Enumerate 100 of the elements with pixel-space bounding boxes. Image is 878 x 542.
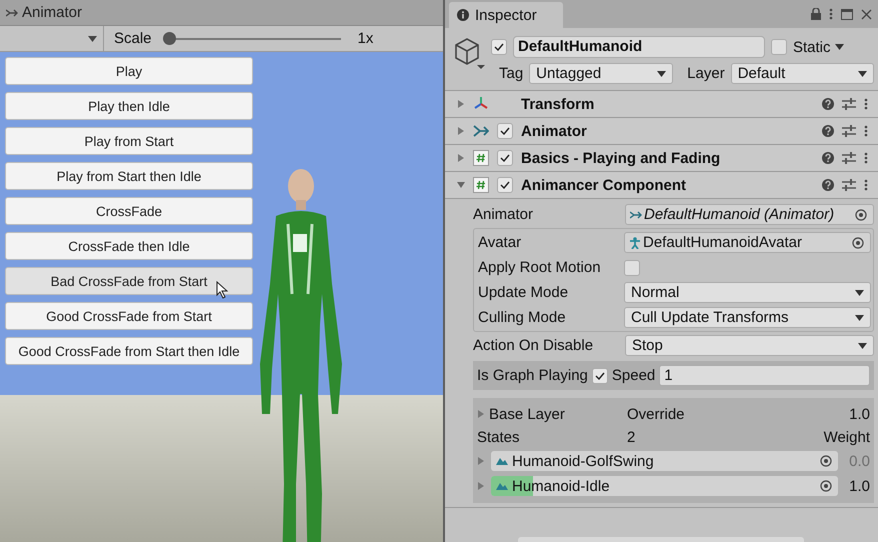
play-button[interactable]: CrossFade then Idle bbox=[5, 232, 253, 260]
play-button[interactable]: Play from Start then Idle bbox=[5, 162, 253, 190]
dropdown-value: Default bbox=[738, 65, 786, 82]
component-header[interactable]: Basics - Playing and Fading bbox=[444, 145, 878, 172]
field-label: Update Mode bbox=[478, 284, 570, 301]
object-name: DefaultHumanoidAvatar bbox=[642, 234, 803, 251]
clip-icon bbox=[494, 481, 509, 491]
scale-value: 1x bbox=[358, 30, 374, 47]
sliders-icon bbox=[842, 125, 856, 137]
tag-label: Tag bbox=[498, 65, 524, 82]
layer-dropdown[interactable]: Default bbox=[730, 63, 874, 84]
active-checkbox[interactable] bbox=[490, 39, 507, 55]
field-label: Animator bbox=[472, 206, 534, 223]
state-name: Humanoid-GolfSwing bbox=[512, 452, 655, 470]
target-icon bbox=[820, 455, 832, 467]
component-name: Basics - Playing and Fading bbox=[520, 150, 722, 166]
expand-arrow-icon bbox=[476, 482, 485, 490]
tag-dropdown[interactable]: Untagged bbox=[529, 63, 674, 84]
play-button[interactable]: Play then Idle bbox=[5, 92, 253, 120]
dropdown-arrow-icon bbox=[855, 314, 864, 320]
checkmark-icon bbox=[500, 154, 510, 162]
script-icon bbox=[472, 150, 489, 166]
help-icon bbox=[822, 98, 834, 110]
state-weight: 1.0 bbox=[848, 478, 870, 494]
play-button[interactable]: Play from Start bbox=[5, 127, 253, 155]
checkmark-icon bbox=[494, 43, 504, 51]
graph-playing-checkbox[interactable] bbox=[592, 368, 608, 384]
layer-label: Layer bbox=[687, 65, 725, 82]
target-icon bbox=[820, 480, 832, 492]
dropdown-value: Normal bbox=[630, 284, 680, 301]
scale-label: Scale bbox=[114, 30, 152, 47]
more-options-icon bbox=[864, 98, 868, 110]
states-label: States bbox=[476, 428, 521, 446]
component-name: Animator bbox=[520, 122, 588, 140]
enabled-checkbox[interactable] bbox=[496, 177, 513, 193]
more-options-icon bbox=[829, 8, 833, 20]
dropdown-arrow-icon bbox=[834, 44, 844, 50]
field-label: Avatar bbox=[478, 234, 522, 251]
weight-label: Weight bbox=[824, 428, 870, 446]
component-header[interactable]: Animator bbox=[444, 118, 878, 145]
more-options-icon bbox=[864, 179, 868, 191]
object-name-field[interactable]: DefaultHumanoid bbox=[512, 36, 765, 58]
dropdown-arrow-icon bbox=[657, 70, 666, 76]
component-name: Animancer Component bbox=[520, 176, 687, 194]
checkmark-icon bbox=[500, 181, 510, 189]
field-label: Culling Mode bbox=[478, 309, 567, 326]
cube-icon bbox=[452, 36, 487, 70]
play-button[interactable]: CrossFade bbox=[5, 197, 253, 225]
state-bar[interactable]: Humanoid-GolfSwing bbox=[490, 451, 838, 471]
script-icon bbox=[472, 177, 489, 193]
help-icon bbox=[822, 152, 834, 164]
speed-label: Speed bbox=[612, 367, 656, 384]
static-dropdown[interactable]: Static bbox=[792, 38, 844, 56]
graph-playing-label: Is Graph Playing bbox=[476, 367, 588, 384]
more-options-icon bbox=[864, 152, 868, 164]
play-button[interactable]: Good CrossFade from Start bbox=[5, 302, 253, 330]
maximize-icon bbox=[841, 8, 853, 20]
static-label: Static bbox=[792, 38, 830, 56]
enabled-checkbox[interactable] bbox=[496, 123, 513, 139]
info-icon bbox=[456, 9, 469, 21]
dropdown-arrow-icon bbox=[855, 290, 864, 296]
action-dropdown[interactable]: Stop bbox=[624, 335, 874, 356]
lock-icon bbox=[811, 8, 821, 20]
expand-arrow-icon bbox=[476, 457, 485, 465]
dropdown-arrow-icon bbox=[858, 70, 867, 76]
sliders-icon bbox=[842, 152, 856, 164]
clip-icon bbox=[494, 456, 509, 466]
window-title: Animator bbox=[22, 4, 82, 21]
mouse-cursor-icon bbox=[216, 281, 228, 299]
target-icon bbox=[855, 208, 867, 220]
dropdown-arrow-icon bbox=[858, 342, 867, 348]
animator-icon bbox=[472, 123, 489, 139]
static-checkbox[interactable] bbox=[770, 39, 787, 55]
play-button[interactable]: Good CrossFade from Start then Idle bbox=[5, 337, 253, 365]
animator-icon bbox=[6, 8, 18, 18]
enabled-checkbox[interactable] bbox=[496, 150, 513, 166]
sliders-icon bbox=[842, 98, 856, 110]
root-motion-checkbox[interactable] bbox=[624, 260, 640, 276]
object-field[interactable]: DefaultHumanoidAvatar bbox=[624, 232, 871, 253]
field-label: Action On Disable bbox=[472, 337, 594, 354]
slider-thumb[interactable] bbox=[162, 32, 176, 45]
dropdown-arrow-icon bbox=[88, 36, 97, 42]
dropdown-value: Cull Update Transforms bbox=[630, 309, 789, 326]
help-icon bbox=[822, 179, 834, 191]
checkmark-icon bbox=[594, 372, 605, 380]
states-count: 2 bbox=[626, 428, 636, 446]
component-header[interactable]: Transform bbox=[444, 91, 878, 118]
play-button[interactable]: Play bbox=[5, 57, 253, 85]
object-field[interactable]: DefaultHumanoid (Animator) bbox=[624, 204, 874, 225]
humanoid-icon bbox=[628, 236, 641, 248]
dropdown-value: Stop bbox=[632, 337, 663, 354]
state-bar[interactable]: Humanoid-Idle bbox=[490, 476, 838, 496]
layer-foldout[interactable]: Base Layer bbox=[476, 406, 627, 422]
target-icon bbox=[852, 236, 864, 248]
sliders-icon bbox=[842, 179, 856, 191]
mode-dropdown[interactable]: Cull Update Transforms bbox=[624, 307, 871, 328]
speed-field[interactable]: 1 bbox=[659, 365, 870, 386]
component-header[interactable]: Animancer Component bbox=[444, 172, 878, 199]
mode-dropdown[interactable]: Normal bbox=[624, 282, 871, 303]
inspector-tab[interactable]: Inspector bbox=[448, 2, 563, 28]
